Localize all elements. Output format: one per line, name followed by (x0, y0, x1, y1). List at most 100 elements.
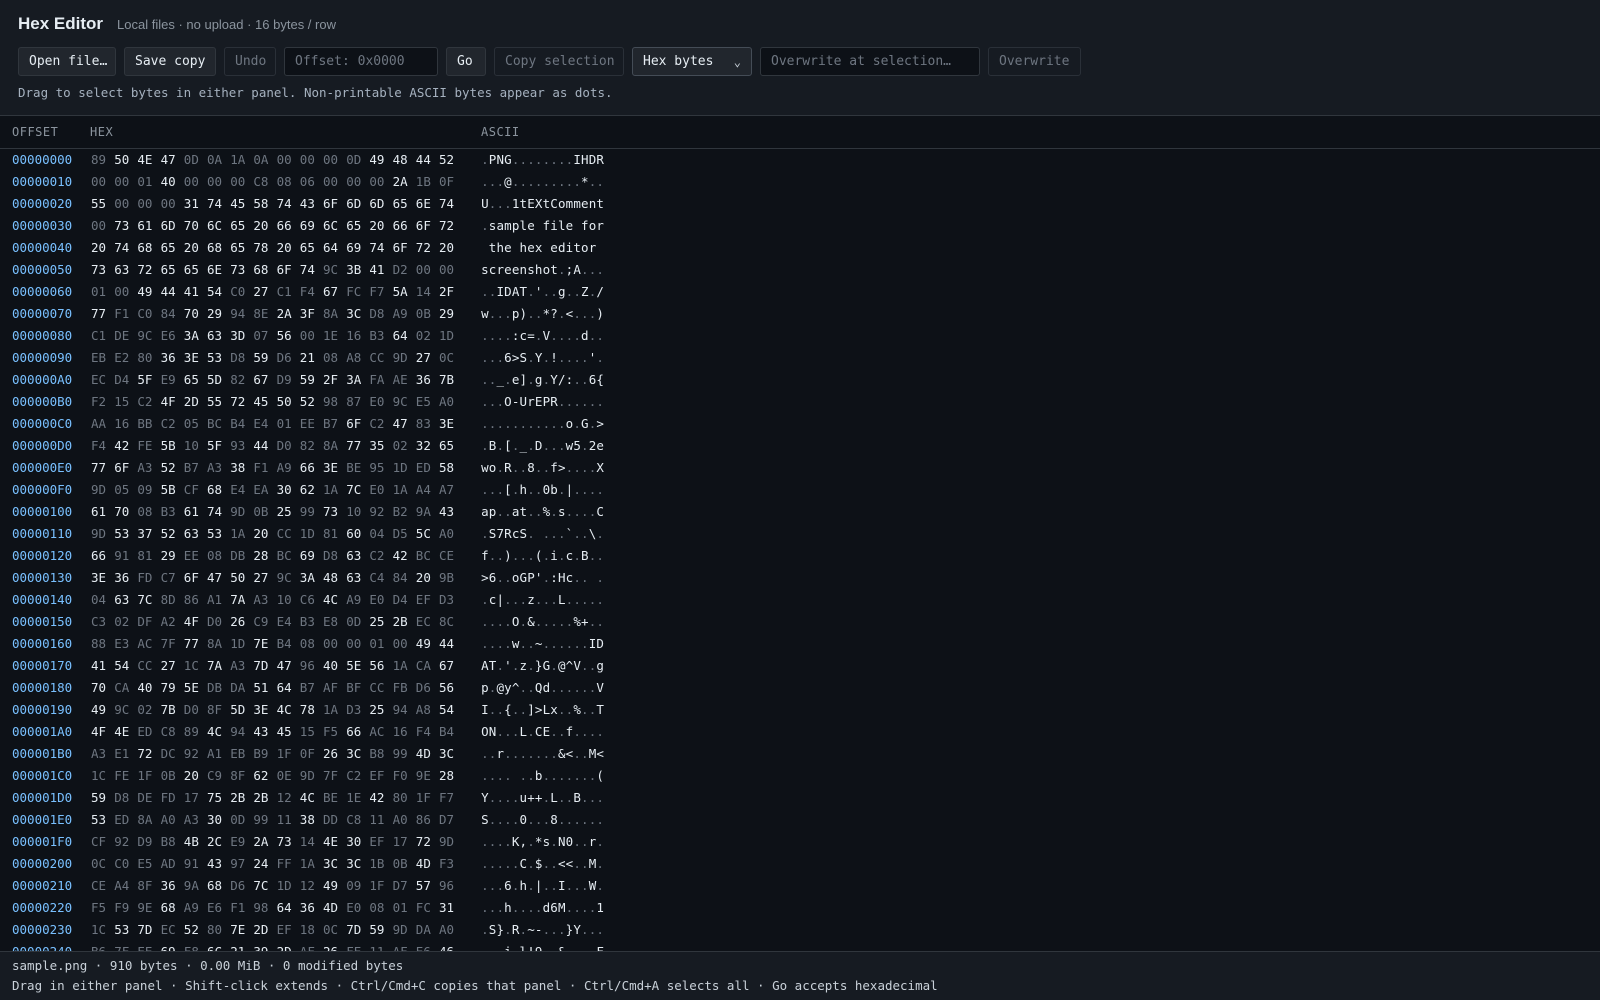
hex-byte[interactable]: 73 (277, 831, 297, 853)
hex-byte[interactable]: 92 (184, 743, 204, 765)
hex-byte[interactable]: 3E (184, 347, 204, 369)
ascii-char[interactable]: . (558, 149, 566, 171)
ascii-char[interactable]: c (489, 589, 497, 611)
hex-byte[interactable]: 64 (277, 897, 297, 919)
hex-byte[interactable]: 2D (277, 941, 297, 951)
hex-byte[interactable]: 9C (137, 325, 157, 347)
hex-byte[interactable]: 82 (230, 369, 250, 391)
ascii-char[interactable]: . (573, 875, 581, 897)
ascii-char[interactable]: h (496, 237, 504, 259)
ascii-char[interactable]: . (566, 677, 574, 699)
hex-byte[interactable]: CF (184, 479, 204, 501)
hex-byte[interactable]: 99 (393, 743, 413, 765)
ascii-char[interactable]: - (543, 941, 551, 951)
ascii-char[interactable]: . (581, 523, 589, 545)
ascii-char[interactable]: . (543, 171, 551, 193)
ascii-char[interactable]: . (519, 545, 528, 567)
hex-byte[interactable]: B7 (300, 677, 320, 699)
ascii-char[interactable]: : (566, 369, 574, 391)
ascii-char[interactable]: . (527, 677, 535, 699)
hex-byte[interactable]: 64 (393, 325, 413, 347)
hex-byte[interactable]: 96 (300, 655, 320, 677)
hex-byte[interactable]: A0 (393, 809, 413, 831)
ascii-char[interactable]: . (589, 941, 597, 951)
ascii-char[interactable]: . (489, 611, 497, 633)
ascii-char[interactable]: Y (481, 787, 489, 809)
ascii-char[interactable]: e (504, 237, 512, 259)
ascii-text[interactable]: .... ..b.......( (481, 765, 604, 787)
hex-byte[interactable]: 02 (416, 325, 436, 347)
ascii-char[interactable]: . (581, 853, 589, 875)
ascii-text[interactable]: w...p)..*?.<...) (481, 303, 604, 325)
ascii-char[interactable]: . (481, 479, 489, 501)
hex-byte[interactable]: 64 (277, 677, 297, 699)
hex-byte[interactable]: 0F (439, 171, 459, 193)
ascii-char[interactable]: . (566, 589, 574, 611)
ascii-char[interactable]: V (596, 677, 604, 699)
ascii-char[interactable]: t (519, 193, 528, 215)
hex-byte[interactable]: B3 (161, 501, 181, 523)
hex-byte[interactable]: B4 (439, 721, 459, 743)
hex-byte[interactable]: C2 (346, 765, 366, 787)
ascii-char[interactable]: . (596, 875, 604, 897)
hex-byte[interactable]: 00 (91, 171, 111, 193)
ascii-char[interactable]: c (566, 545, 574, 567)
hex-byte[interactable]: 74 (114, 237, 134, 259)
ascii-char[interactable]: . (558, 787, 566, 809)
ascii-char[interactable]: . (558, 479, 566, 501)
ascii-char[interactable]: H (558, 567, 566, 589)
hex-byte[interactable]: 9C (114, 699, 134, 721)
ascii-char[interactable]: f (481, 545, 489, 567)
ascii-char[interactable]: e (581, 193, 589, 215)
hex-byte[interactable]: 74 (439, 193, 459, 215)
ascii-char[interactable]: e (550, 237, 558, 259)
ascii-char[interactable]: 6 (504, 347, 512, 369)
hex-byte[interactable]: 4E (137, 149, 157, 171)
hex-byte[interactable]: 5C (416, 523, 436, 545)
hex-byte[interactable]: 51 (253, 677, 273, 699)
ascii-char[interactable]: r (589, 237, 597, 259)
ascii-char[interactable]: & (527, 611, 535, 633)
ascii-char[interactable]: . (550, 149, 558, 171)
hex-byte[interactable]: 43 (300, 193, 320, 215)
hex-byte[interactable]: 59 (369, 919, 389, 941)
hex-byte[interactable]: 70 (184, 303, 204, 325)
hex-byte[interactable]: 66 (393, 215, 413, 237)
ascii-char[interactable]: . (543, 875, 551, 897)
ascii-char[interactable]: e (512, 369, 520, 391)
ascii-char[interactable]: . (496, 303, 504, 325)
hex-byte[interactable]: E6 (207, 897, 227, 919)
ascii-char[interactable]: . (489, 941, 497, 951)
hex-byte[interactable]: 52 (439, 149, 459, 171)
ascii-char[interactable]: . (481, 215, 489, 237)
ascii-char[interactable]: O (504, 391, 512, 413)
hex-byte[interactable]: DC (161, 743, 181, 765)
hex-byte[interactable]: C7 (161, 567, 181, 589)
ascii-char[interactable]: h (519, 875, 528, 897)
ascii-char[interactable]: C (535, 721, 543, 743)
ascii-char[interactable]: . (535, 457, 543, 479)
hex-byte[interactable]: 00 (230, 171, 250, 193)
hex-byte[interactable]: 57 (416, 875, 436, 897)
ascii-char[interactable]: i (504, 941, 512, 951)
ascii-char[interactable]: & (558, 941, 566, 951)
hex-byte[interactable]: A8 (346, 347, 366, 369)
hex-byte[interactable]: 77 (91, 303, 111, 325)
hex-byte[interactable]: 2D (253, 919, 273, 941)
ascii-char[interactable]: c (519, 325, 528, 347)
hex-byte[interactable]: D4 (393, 589, 413, 611)
hex-byte[interactable]: 08 (300, 633, 320, 655)
hex-byte[interactable]: 92 (114, 831, 134, 853)
hex-byte[interactable]: 08 (137, 501, 157, 523)
ascii-char[interactable]: o (543, 259, 551, 281)
ascii-char[interactable]: . (527, 875, 535, 897)
ascii-char[interactable]: . (496, 787, 504, 809)
ascii-char[interactable]: | (496, 589, 504, 611)
ascii-char[interactable]: i (566, 237, 574, 259)
hex-byte[interactable]: C9 (253, 611, 273, 633)
hex-byte[interactable]: 18 (300, 919, 320, 941)
hex-byte[interactable]: 40 (161, 171, 181, 193)
hex-byte[interactable]: 00 (369, 171, 389, 193)
hex-byte[interactable]: 3C (346, 743, 366, 765)
ascii-char[interactable]: . (512, 435, 520, 457)
